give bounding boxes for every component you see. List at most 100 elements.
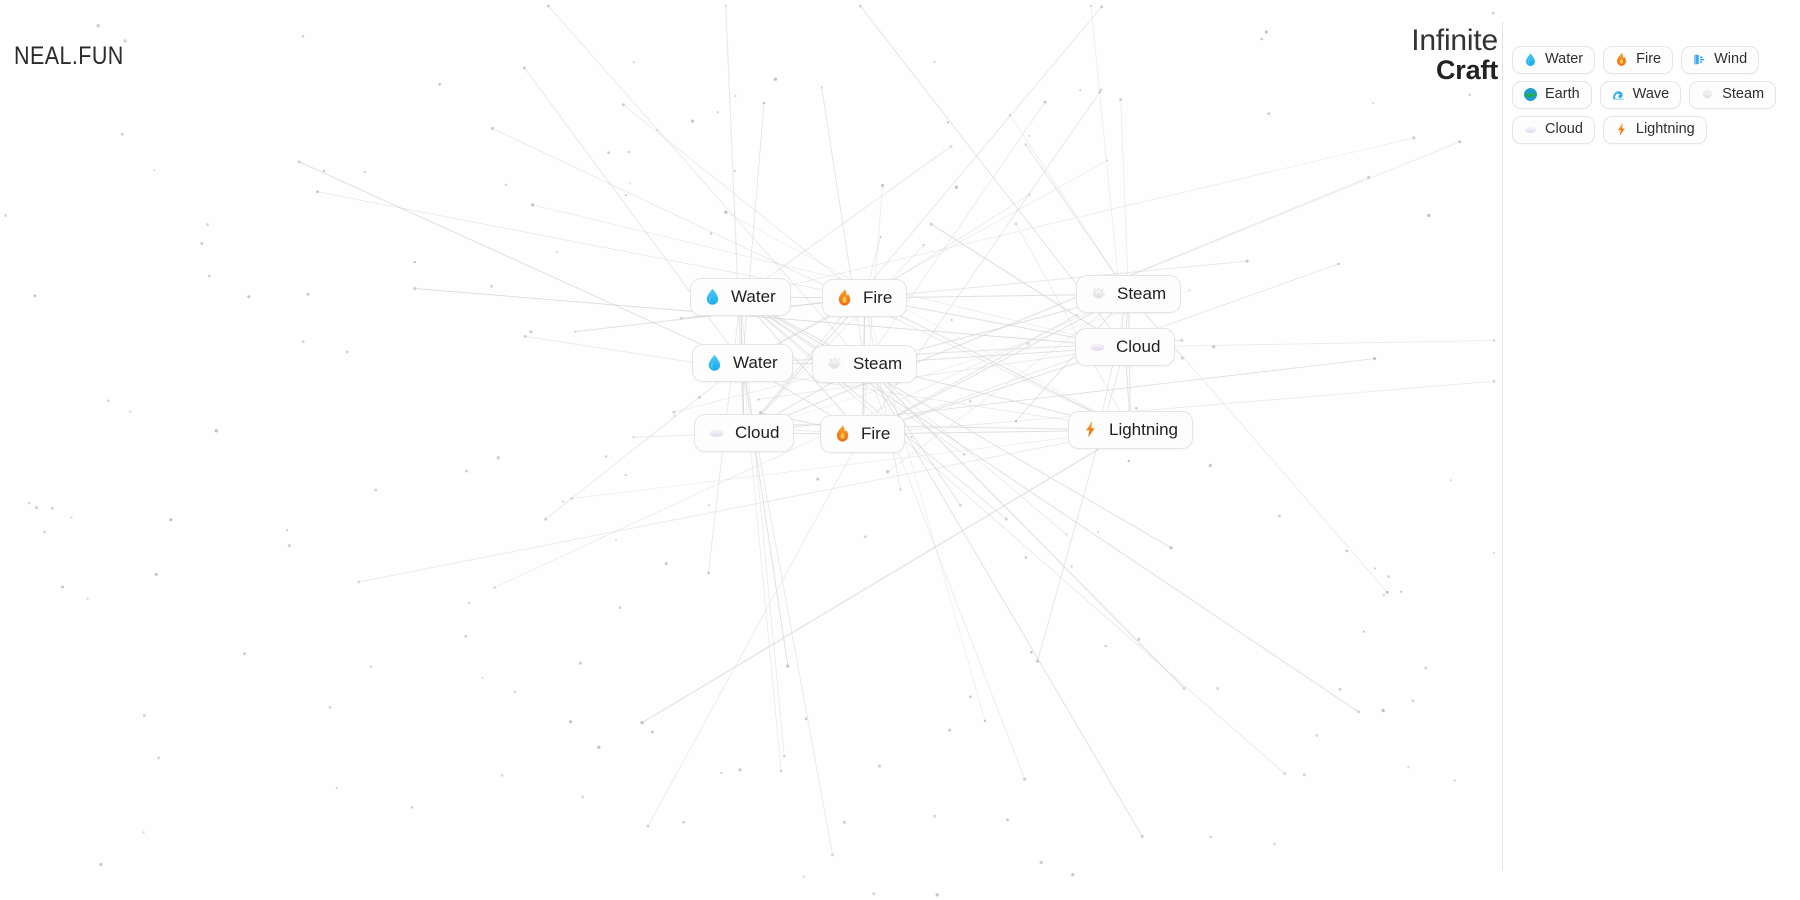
background-particle (632, 436, 635, 439)
water-droplet-icon (708, 354, 721, 371)
background-particle (679, 316, 683, 320)
sidebar-item-wind[interactable]: Wind (1681, 46, 1760, 74)
steam-puff-icon (828, 356, 842, 369)
craft-canvas[interactable]: Water Fire Steam Water Steam Cloud Cloud Fire Li… (0, 0, 1502, 900)
canvas-node-fire[interactable]: Fire (820, 415, 906, 453)
page-title: Infinite Craft (1402, 26, 1498, 84)
background-particle (968, 399, 972, 403)
background-particle (413, 286, 417, 291)
background-particle (142, 831, 145, 834)
sidebar-item-water[interactable]: Water (1512, 46, 1596, 74)
background-particle (877, 764, 882, 768)
sidebar-item-label: Lightning (1635, 121, 1695, 138)
background-particle (489, 284, 493, 288)
sidebar-item-earth[interactable]: Earth (1512, 81, 1592, 109)
background-particle (1373, 567, 1376, 570)
cloud-icon (1090, 343, 1105, 352)
page-title-line-2: Craft (1435, 55, 1498, 85)
background-particle (946, 121, 950, 124)
background-particle (757, 398, 760, 401)
background-particle (738, 768, 742, 772)
steam-puff-icon (1702, 89, 1713, 99)
background-particle (1492, 339, 1496, 342)
background-particle (1180, 338, 1184, 342)
background-particle (1424, 666, 1428, 670)
canvas-node-fire[interactable]: Fire (822, 279, 908, 317)
canvas-node-lightning[interactable]: Lightning (1068, 411, 1194, 449)
background-particle (954, 185, 958, 189)
background-particle (1024, 556, 1028, 559)
cloud-icon (709, 429, 724, 438)
background-particle (1427, 213, 1431, 218)
background-particle (724, 4, 727, 8)
background-particle (1026, 342, 1030, 346)
background-particle (948, 728, 952, 732)
background-particle (802, 875, 805, 878)
background-particle (1100, 5, 1104, 9)
background-particle (614, 538, 618, 541)
background-particle (605, 455, 608, 458)
sidebar-item-fire[interactable]: Fire (1603, 46, 1674, 74)
connection-line (1037, 346, 1126, 662)
background-particle (1492, 11, 1495, 15)
background-particle (369, 665, 372, 668)
background-particle (1023, 777, 1027, 781)
background-particle (547, 4, 550, 8)
connection-line (1025, 144, 1129, 295)
background-particle (285, 529, 289, 532)
background-particle (328, 705, 332, 709)
sidebar-item-label: Wind (1714, 51, 1748, 68)
page-title-line-1: Infinite (1411, 24, 1498, 57)
background-particle (357, 580, 361, 584)
sidebar-item-steam[interactable]: Steam (1689, 81, 1777, 109)
background-particle (301, 35, 305, 38)
background-particle (628, 182, 632, 185)
background-particle (682, 821, 685, 824)
canvas-node-water[interactable]: Water (692, 344, 793, 382)
sidebar-item-lightning[interactable]: Lightning (1602, 116, 1707, 144)
background-particle (214, 429, 218, 433)
sidebar-item-wave[interactable]: Wave (1599, 81, 1682, 109)
background-particle (1385, 590, 1389, 594)
sidebar-item-label: Fire (1636, 51, 1662, 68)
canvas-node-cloud[interactable]: Cloud (694, 414, 795, 452)
canvas-node-steam[interactable]: Steam (812, 345, 918, 383)
neal-fun-logo[interactable]: NEAL.FUN (14, 42, 124, 71)
lightning-bolt-icon (1617, 123, 1625, 136)
background-particle (287, 544, 292, 548)
wind-icon (1694, 54, 1705, 65)
canvas-node-cloud[interactable]: Cloud (1075, 328, 1176, 366)
canvas-node-water[interactable]: Water (690, 278, 791, 316)
background-particle (1407, 766, 1410, 769)
background-particle (1315, 733, 1319, 737)
background-particle (959, 503, 962, 507)
background-particle (1209, 835, 1213, 838)
background-particle (578, 661, 583, 665)
background-particle (627, 150, 630, 154)
background-particle (646, 824, 650, 828)
sidebar-item-cloud[interactable]: Cloud (1512, 116, 1595, 144)
background-particle (316, 190, 319, 194)
background-particle (86, 597, 89, 601)
background-particle (1119, 97, 1123, 102)
background-particle (322, 169, 326, 172)
canvas-node-label: Cloud (735, 423, 780, 442)
connection-line (864, 101, 1046, 365)
background-particle (306, 292, 310, 296)
background-particle (899, 488, 902, 491)
steam-puff-icon (1092, 286, 1106, 299)
background-particle (1449, 479, 1452, 482)
background-particle (1024, 143, 1028, 147)
background-particle (762, 101, 766, 105)
background-particle (1188, 289, 1191, 292)
background-particle (733, 169, 737, 173)
background-particle (1039, 860, 1043, 865)
infinite-craft-app: Water Fire Steam Water Steam Cloud Cloud Fire Li… (0, 0, 1800, 900)
background-particle (1035, 659, 1040, 663)
background-particle (120, 132, 124, 136)
background-particle (1345, 549, 1349, 553)
background-particle (504, 183, 508, 187)
canvas-node-steam[interactable]: Steam (1076, 275, 1182, 313)
background-particle (863, 535, 867, 539)
background-particle (1008, 114, 1011, 117)
